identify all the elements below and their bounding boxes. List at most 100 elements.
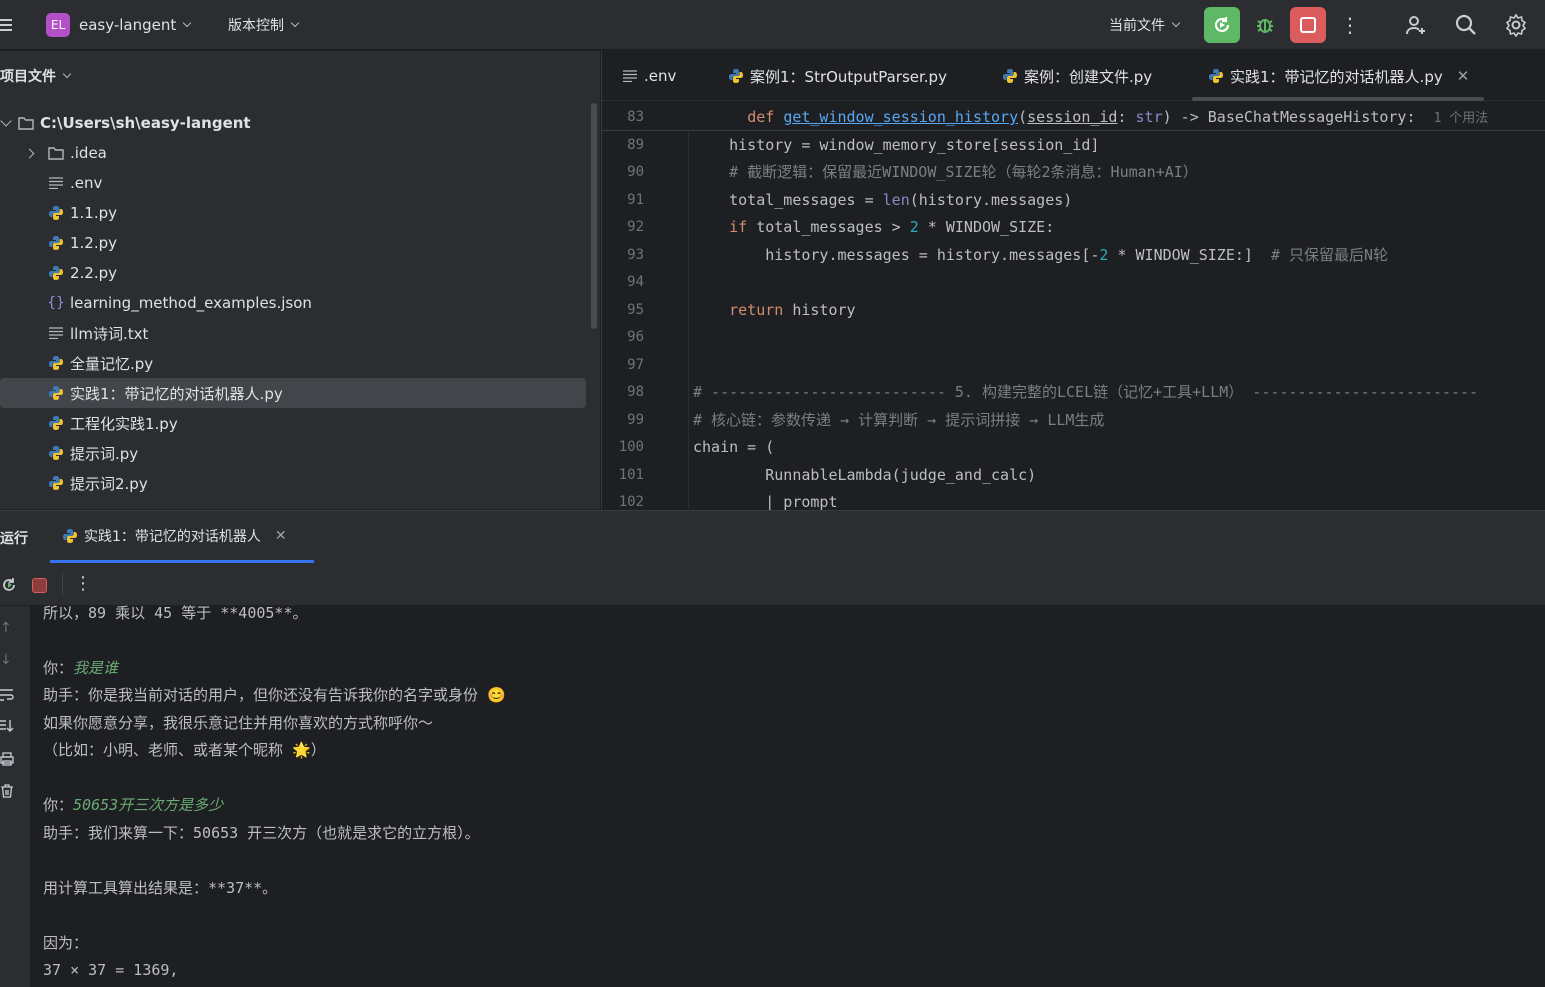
tree-item[interactable]: 提示词.py — [0, 438, 586, 468]
stop-icon[interactable] — [32, 578, 47, 593]
print-icon[interactable] — [0, 752, 14, 766]
python-file-icon — [48, 235, 64, 251]
text-file-icon — [48, 175, 64, 191]
tree-item-label: 实践1：带记忆的对话机器人.py — [70, 384, 283, 403]
run-panel-title: 运行 — [0, 531, 28, 547]
tree-item[interactable]: 全量记忆.py — [0, 348, 586, 378]
search-button[interactable] — [1448, 7, 1484, 43]
tab-env[interactable]: .env — [622, 51, 676, 101]
python-file-icon — [48, 385, 64, 401]
console-line: 用计算工具算出结果是：**37**。 — [43, 879, 278, 897]
run-config-selector[interactable]: 当前文件 — [1109, 0, 1181, 50]
chevron-down-icon — [62, 69, 72, 79]
tree-item[interactable]: 提示词2.py — [0, 468, 586, 498]
code-line[interactable]: 95 return history — [602, 296, 1545, 323]
rerun-icon — [1214, 17, 1230, 33]
tree-item-label: .idea — [70, 144, 107, 162]
close-icon[interactable]: ✕ — [275, 528, 287, 544]
run-tabs: 运行 实践1：带记忆的对话机器人 ✕ — [0, 511, 1545, 563]
tree-item[interactable]: llm诗词.txt — [0, 318, 586, 348]
code-line[interactable]: 91 total_messages = len(history.messages… — [602, 186, 1545, 213]
add-user-button[interactable] — [1398, 7, 1434, 43]
code-line[interactable]: 100 chain = ( — [602, 433, 1545, 460]
tree-item[interactable]: 2.2.py — [0, 258, 586, 288]
code-line[interactable]: 90 # 截断逻辑：保留最近WINDOW_SIZE轮（每轮2条消息：Human+… — [602, 158, 1545, 185]
tab-label: .env — [644, 67, 677, 85]
arrow-down-icon[interactable]: ↓ — [0, 652, 14, 668]
code-line[interactable]: 97 — [602, 351, 1545, 378]
code-line[interactable]: 101 RunnableLambda(judge_and_calc) — [602, 461, 1545, 488]
project-panel-header[interactable]: 项目文件 — [0, 51, 600, 101]
tree-item-label: 2.2.py — [70, 264, 118, 282]
chevron-down-icon — [1171, 18, 1181, 28]
tree-item[interactable]: 工程化实践1.py — [0, 408, 586, 438]
project-scrollbar[interactable] — [591, 103, 597, 329]
tree-item[interactable]: .idea — [0, 138, 586, 168]
vcs-menu[interactable]: 版本控制 — [228, 0, 300, 50]
python-file-icon — [1208, 68, 1224, 84]
rerun-icon[interactable] — [0, 576, 18, 594]
python-file-icon — [48, 205, 64, 221]
console-line: 你： 50653开三次方是多少 — [43, 796, 224, 814]
code-line[interactable]: 94 — [602, 268, 1545, 295]
python-file-icon — [48, 445, 64, 461]
arrow-up-icon[interactable]: ↑ — [0, 620, 14, 636]
more-actions-button[interactable]: ⋮ — [1332, 7, 1368, 43]
tree-item[interactable]: 1.1.py — [0, 198, 586, 228]
tree-item-selected[interactable]: 实践1：带记忆的对话机器人.py — [0, 378, 586, 408]
console-line: 如果你愿意分享，我很乐意记住并用你喜欢的方式称呼你～ — [43, 714, 434, 732]
tree-item[interactable]: {} learning_method_examples.json — [0, 288, 586, 318]
tree-item-label: learning_method_examples.json — [70, 294, 312, 312]
code-line[interactable]: 89 history = window_memory_store[session… — [602, 131, 1545, 158]
close-icon[interactable]: ✕ — [1457, 67, 1470, 85]
kebab-icon[interactable]: ⋮ — [74, 573, 92, 594]
user-input-text: 50653开三次方是多少 — [73, 796, 224, 814]
tree-item-label: 1.2.py — [70, 234, 118, 252]
debug-button[interactable] — [1247, 7, 1283, 43]
console-line: 你： 我是谁 — [43, 659, 119, 677]
tree-root[interactable]: C:\Users\sh\easy-langent — [0, 108, 586, 138]
code-line[interactable]: 96 — [602, 323, 1545, 350]
python-file-icon — [48, 355, 64, 371]
soft-wrap-icon[interactable] — [0, 688, 14, 702]
line-number: 83 — [627, 108, 644, 125]
project-selector[interactable]: EL easy-langent — [46, 0, 192, 50]
json-file-icon: {} — [47, 295, 65, 311]
run-config-label: 当前文件 — [1109, 18, 1165, 34]
tree-item-label: 全量记忆.py — [70, 354, 154, 373]
console-line: 助手：你是我当前对话的用户，但你还没有告诉我你的名字或身份 😊 — [43, 686, 506, 704]
tree-item-label: 提示词.py — [70, 444, 139, 463]
tree-item-label: 1.1.py — [70, 204, 118, 222]
tab-label: 实践1：带记忆的对话机器人.py — [1230, 67, 1443, 86]
python-file-icon — [48, 475, 64, 491]
code-line[interactable]: 92 if total_messages > 2 * WINDOW_SIZE: — [602, 213, 1545, 240]
code-line[interactable]: 98 # -------------------------- 5. 构建完整的… — [602, 378, 1545, 405]
chevron-down-icon — [290, 18, 300, 28]
editor-area: .env 案例1：StrOutputParser.py 案例：创建文件.py 实… — [601, 51, 1545, 511]
tab-label: 案例1：StrOutputParser.py — [750, 67, 947, 86]
sticky-header[interactable]: 83 def get_window_session_history(sessio… — [602, 103, 1545, 131]
text-file-icon — [622, 68, 638, 84]
run-side-toolbar: ↑ ↓ — [0, 606, 30, 987]
project-name: easy-langent — [79, 16, 177, 34]
tree-item[interactable]: 1.2.py — [0, 228, 586, 258]
tree-root-label: C:\Users\sh\easy-langent — [40, 114, 251, 132]
tree-item[interactable]: .env — [0, 168, 586, 198]
usage-hint: 1 个用法 — [1433, 111, 1489, 126]
code-line[interactable]: 93 history.messages = history.messages[-… — [602, 241, 1545, 268]
trash-icon[interactable] — [0, 784, 14, 798]
stop-button[interactable] — [1290, 7, 1326, 43]
console-line: 37 × 37 = 1369, — [43, 960, 179, 979]
python-file-icon — [728, 68, 744, 84]
settings-button[interactable] — [1498, 7, 1534, 43]
project-badge: EL — [46, 13, 70, 37]
main-menu-button[interactable] — [0, 0, 20, 50]
gear-icon — [1505, 13, 1527, 37]
rerun-button[interactable] — [1204, 7, 1240, 43]
scroll-to-end-icon[interactable] — [0, 719, 14, 733]
hamburger-icon — [0, 19, 12, 31]
run-tab-active[interactable]: 实践1：带记忆的对话机器人 ✕ — [50, 511, 314, 563]
code-line[interactable]: 99 # 核心链：参数传递 → 计算判断 → 提示词拼接 → LLM生成 — [602, 406, 1545, 433]
tree-item-label: llm诗词.txt — [70, 324, 149, 343]
tab-label: 案例：创建文件.py — [1024, 67, 1153, 86]
